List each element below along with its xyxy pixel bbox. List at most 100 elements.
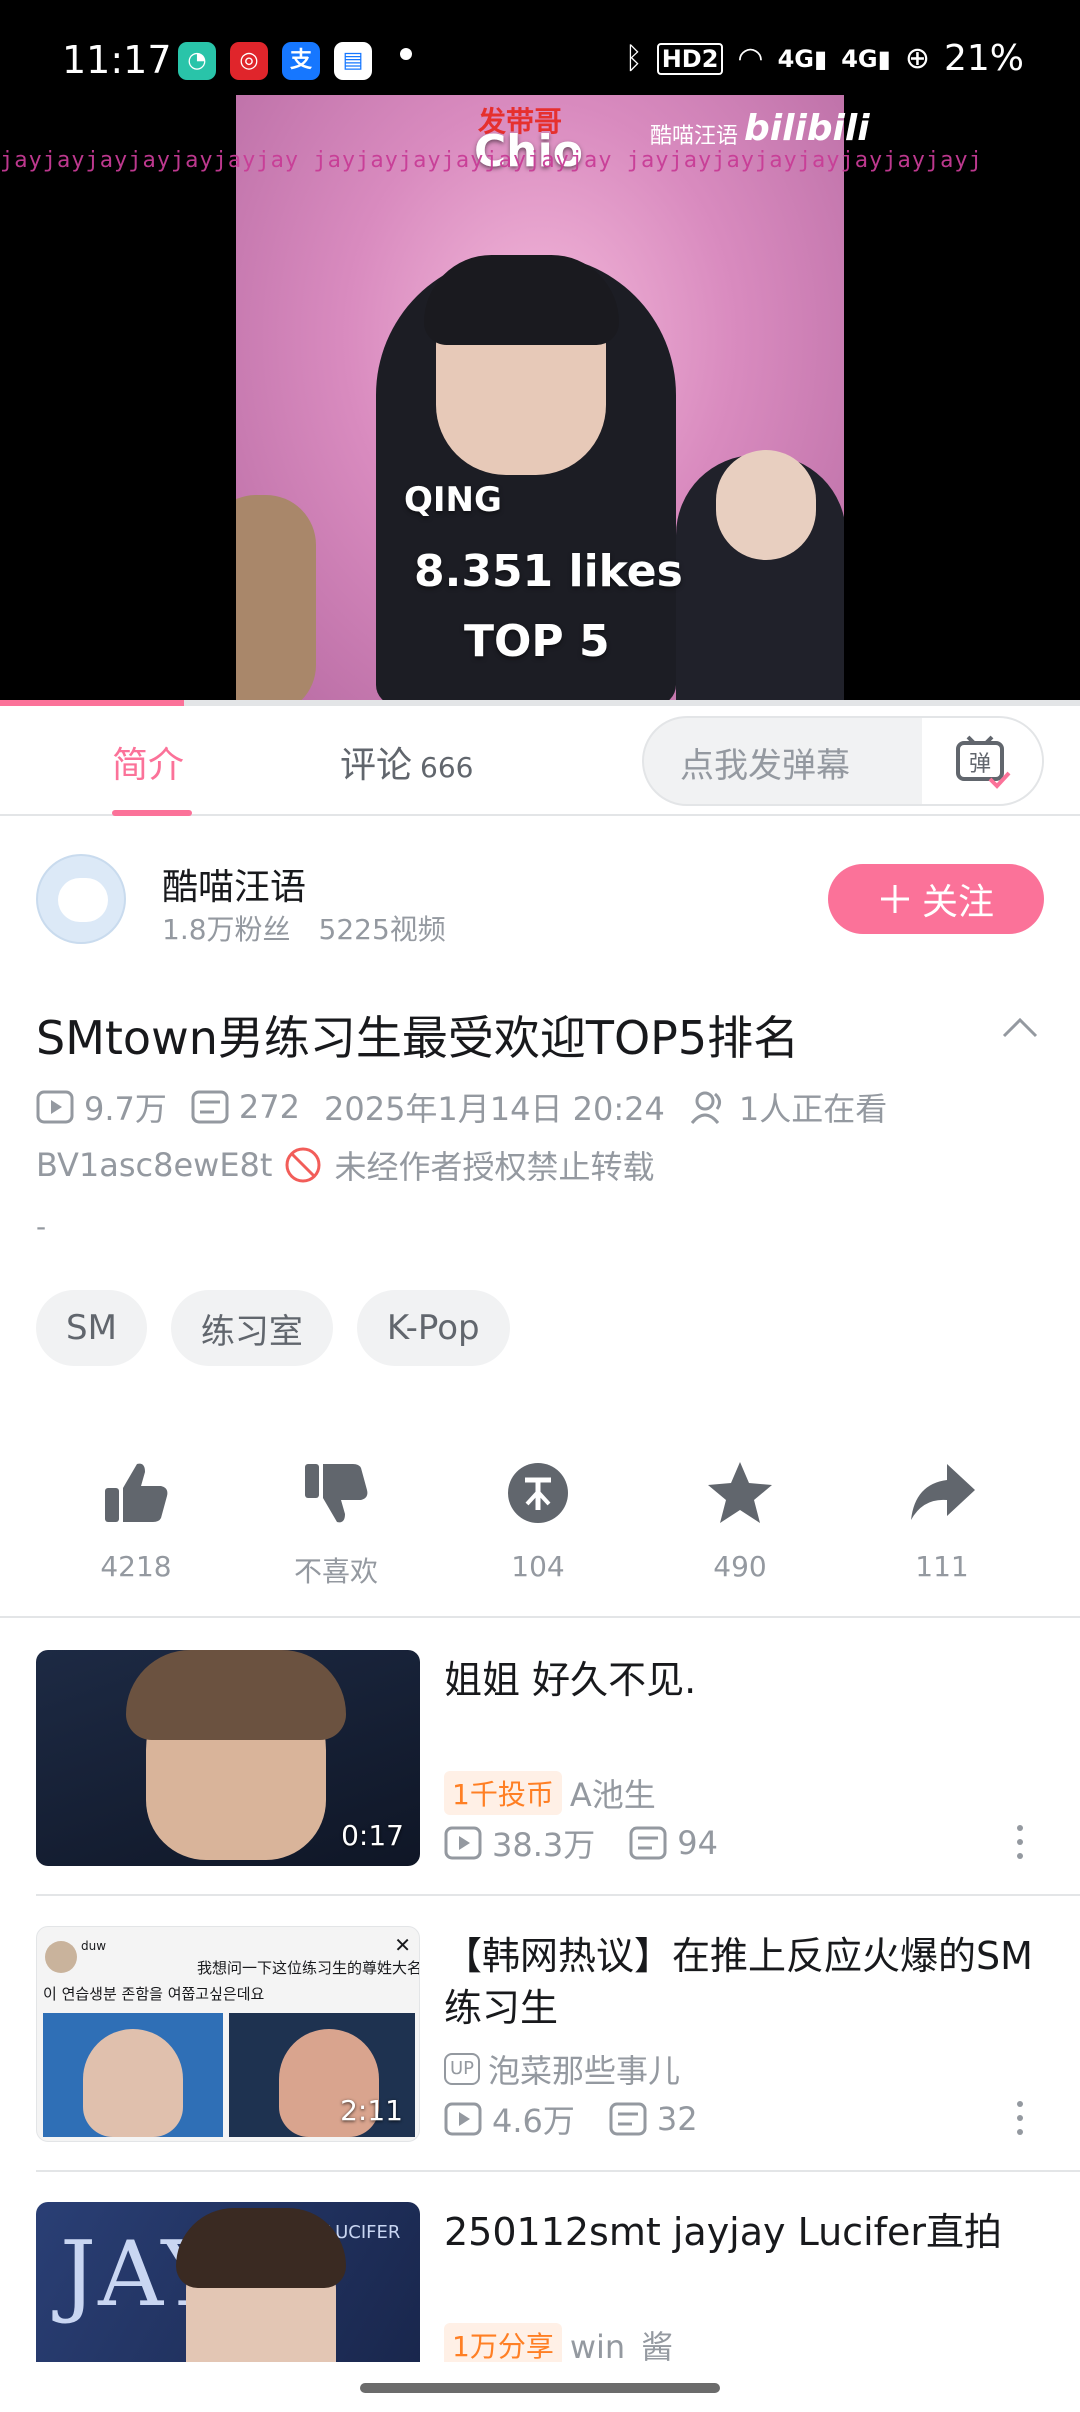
signal-icon-1: 4G▮ <box>777 44 828 73</box>
rec-thumb-photo-face-left <box>83 2029 183 2137</box>
rec-author-row: UP 泡菜那些事儿 <box>444 2046 680 2092</box>
danmaku-count: 272 <box>238 1088 300 1126</box>
coin-count: 104 <box>511 1550 565 1583</box>
uploader-name[interactable]: 酷喵汪语 <box>162 858 306 910</box>
rec-thumb-avatar <box>45 1941 77 1973</box>
danmaku-toggle-button[interactable]: 弹 <box>922 718 1042 804</box>
danmaku-count-icon <box>609 2102 647 2136</box>
no-repost-text: 未经作者授权禁止转载 <box>334 1148 655 1186</box>
video-figure-side-head <box>716 450 816 560</box>
rec-thumb-hair <box>176 2208 346 2288</box>
rec-thumbnail[interactable]: duw 我想问一下这位练习生的尊姓大名 이 연습생분 존함을 여쭙고싶은데요 ✕… <box>36 1926 420 2142</box>
share-button[interactable]: 111 <box>862 1458 1022 1583</box>
follow-button[interactable]: 关注 <box>828 864 1044 934</box>
video-id-row: BV1asc8ewE8t 未经作者授权禁止转载 <box>36 1142 654 1188</box>
star-icon <box>708 1462 772 1523</box>
tag-kpop[interactable]: K-Pop <box>356 1290 510 1366</box>
rec-author: A池生 <box>569 1776 656 1814</box>
avatar[interactable] <box>36 854 126 944</box>
tag-practice-room[interactable]: 练习室 <box>170 1290 333 1366</box>
status-time: 11:17 <box>62 38 172 82</box>
dislike-button[interactable]: 不喜欢 <box>256 1458 416 1590</box>
home-indicator[interactable] <box>360 2383 720 2393</box>
uploader-videos: 5225视频 <box>318 913 446 946</box>
bank-app-icon: ◎ <box>230 42 268 80</box>
uploader-stats: 1.8万粉丝 5225视频 <box>162 908 446 948</box>
more-notifications-dot <box>400 48 412 60</box>
like-button[interactable]: 4218 <box>56 1458 216 1583</box>
rec-thumbnail[interactable]: JAY LUCIFER <box>36 2202 420 2362</box>
share-count: 111 <box>915 1550 969 1583</box>
watermark-channel: 酷喵汪语 <box>650 124 739 149</box>
no-repost-icon <box>285 1147 321 1183</box>
view-count: 9.7万 <box>84 1090 167 1128</box>
tab-comments-count: 666 <box>420 751 474 784</box>
favorite-button[interactable]: 490 <box>660 1458 820 1583</box>
hd-icon: HD2 <box>656 42 724 75</box>
tab-intro[interactable]: 简介 <box>112 736 184 788</box>
rec-thumb-line2: 이 연습생분 존함을 여쭙고싶은데요 <box>43 1985 265 2003</box>
dislike-label: 不喜欢 <box>293 1555 378 1588</box>
rec-thumb-photo-left <box>43 2013 223 2137</box>
rec-duration: 2:11 <box>340 2094 403 2127</box>
uploader-fans: 1.8万粉丝 <box>162 913 291 946</box>
video-meta-row: 9.7万 272 2025年1月14日 20:24 1人正在看 <box>36 1084 887 1130</box>
watching-icon <box>690 1091 721 1124</box>
alipay-icon: 支 <box>282 42 320 80</box>
wallet-icon: ▤ <box>334 42 372 80</box>
thumbs-up-icon <box>105 1463 168 1522</box>
rec-author: 泡菜那些事儿 <box>488 2052 681 2090</box>
rec-badge: 1万分享 <box>444 2323 562 2362</box>
rec-title: 姐姐 好久不见. <box>444 1658 697 1702</box>
list-item[interactable]: JAY LUCIFER 250112smt jayjay Lucifer直拍 1… <box>0 2202 1080 2362</box>
video-description: - <box>36 1210 47 1243</box>
danmaku-count-icon <box>629 1826 667 1860</box>
video-player[interactable]: 发带哥 Chio 酷喵汪语 bilibili jayjayjayjayjayja… <box>0 0 1080 700</box>
rec-thumbnail[interactable]: 0:17 <box>36 1650 420 1866</box>
wifi-icon: ◠ <box>737 41 764 76</box>
close-icon: ✕ <box>394 1933 411 1957</box>
rec-badge: 1千投币 <box>444 1771 562 1815</box>
tag-sm[interactable]: SM <box>36 1290 147 1366</box>
danmaku-input[interactable]: 点我发弹幕 <box>680 738 850 787</box>
rec-badge-row: 1万分享 win_酱 <box>444 2322 673 2362</box>
video-figure-left <box>236 495 316 700</box>
up-badge-icon: UP <box>444 2053 481 2085</box>
battery-icon: ⊕ <box>904 41 930 76</box>
coin-icon <box>508 1463 568 1523</box>
play-count-icon <box>444 2102 482 2136</box>
list-item[interactable]: duw 我想问一下这位练习生的尊姓大名 이 연습생분 존함을 여쭙고싶은데요 ✕… <box>0 1926 1080 2202</box>
rec-title: 250112smt jayjay Lucifer直拍 <box>444 2210 1003 2254</box>
video-figure-hair <box>424 255 619 345</box>
more-options-icon[interactable] <box>1010 1822 1030 1862</box>
danmaku-input-box[interactable]: 点我发弹幕 弹 <box>642 716 1044 806</box>
uploader-row[interactable]: 酷喵汪语 1.8万粉丝 5225视频 关注 <box>0 816 1080 976</box>
rec-author: win_酱 <box>569 2328 674 2362</box>
danmaku-count-icon <box>191 1090 229 1124</box>
danmaku-toggle-icon: 弹 <box>956 735 1011 789</box>
follow-label: 关注 <box>921 882 994 923</box>
favorite-count: 490 <box>713 1550 767 1583</box>
rec-title: 【韩网热议】在推上反应火爆的SM练习生 <box>444 1934 1033 2030</box>
coin-button[interactable]: 104 <box>458 1458 618 1583</box>
chevron-up-icon[interactable] <box>1000 1008 1040 1048</box>
list-divider <box>36 2170 1080 2172</box>
rec-thumb-hair <box>126 1650 346 1740</box>
bluetooth-icon: ᛒ <box>624 41 643 76</box>
play-count-icon <box>36 1090 74 1124</box>
signal-icon-2: 4G▮ <box>841 44 891 73</box>
share-icon <box>911 1464 975 1520</box>
more-options-icon[interactable] <box>1010 2098 1030 2138</box>
tab-comments-label: 评论 <box>340 745 413 786</box>
video-title: SMtown男练习生最受欢迎TOP5排名 <box>36 1011 800 1065</box>
publish-date: 2025年1月14日 20:24 <box>323 1090 665 1128</box>
status-bar: 11:17 ◔ ◎ 支 ▤ ᛒ HD2 ◠ 4G▮ 4G▮ ⊕ 21% <box>0 30 1080 94</box>
rec-danmaku: 32 <box>656 2100 698 2138</box>
tab-comments[interactable]: 评论 666 <box>340 736 473 788</box>
rec-danmaku: 94 <box>677 1824 718 1862</box>
list-item[interactable]: 0:17 姐姐 好久不见. 1千投币 A池生 38.3万 94 <box>0 1650 1080 1926</box>
like-count: 4218 <box>100 1550 172 1583</box>
app-notification-icon-1: ◔ <box>178 42 216 80</box>
bvid[interactable]: BV1asc8ewE8t <box>36 1146 272 1184</box>
play-count-icon <box>444 1826 482 1860</box>
